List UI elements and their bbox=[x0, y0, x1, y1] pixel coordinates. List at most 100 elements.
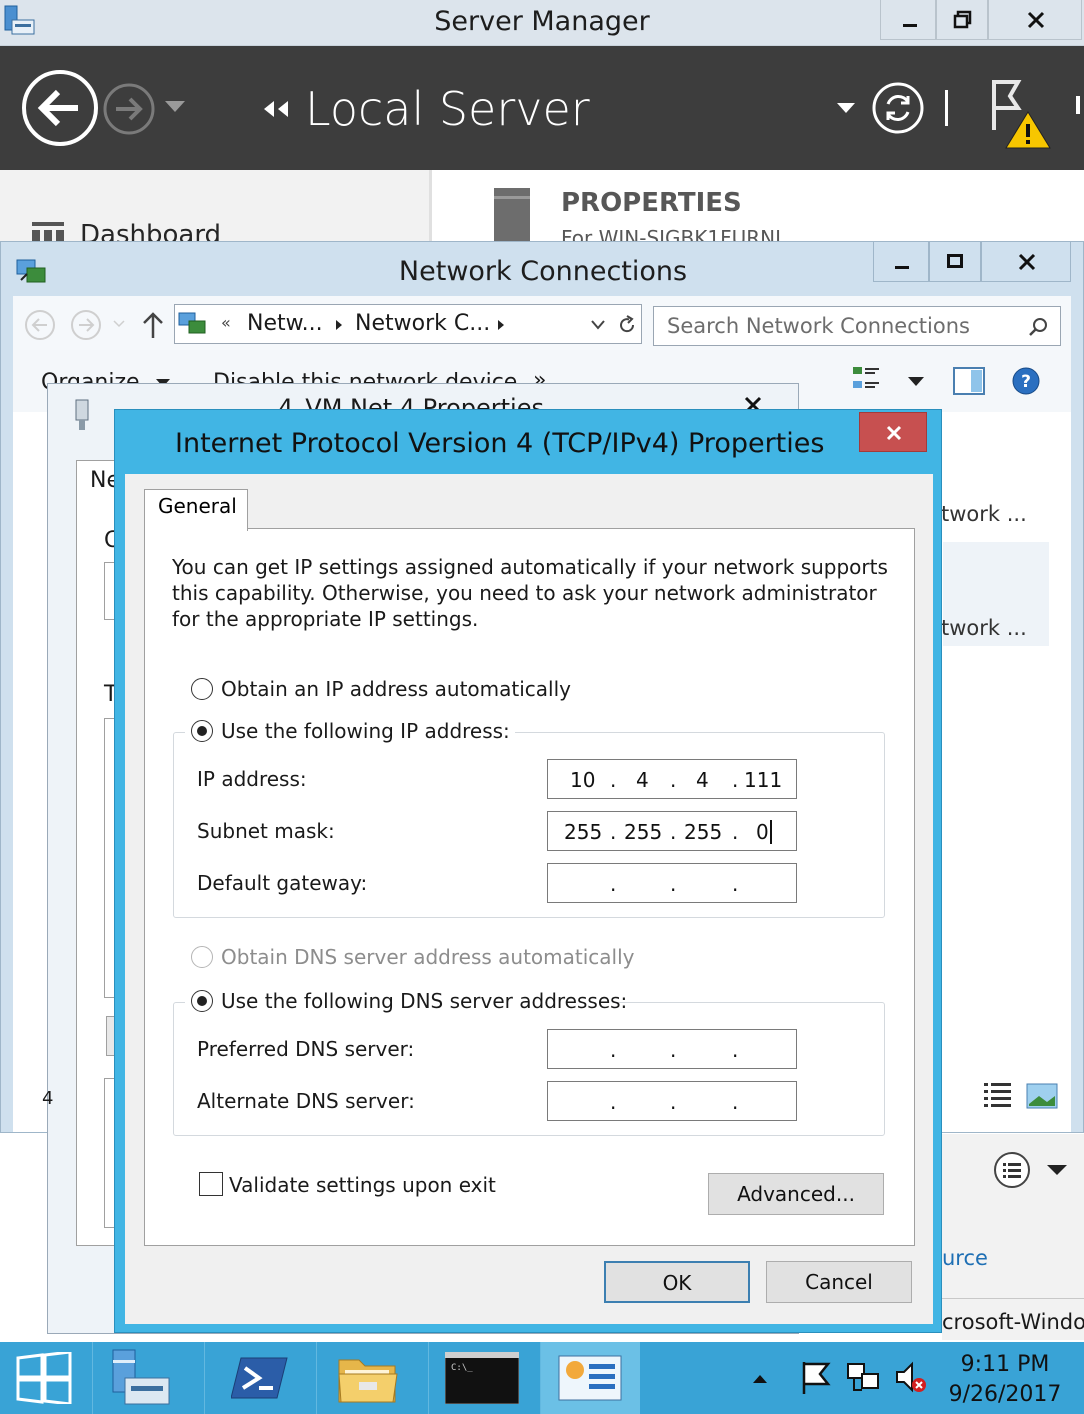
taskbar-powershell[interactable] bbox=[204, 1342, 312, 1414]
history-dropdown-icon[interactable] bbox=[164, 100, 186, 114]
use-following-dns-radio[interactable] bbox=[191, 990, 213, 1012]
address-part-1[interactable]: Netw... bbox=[247, 311, 323, 336]
octet-dot: . bbox=[670, 768, 677, 792]
cancel-button[interactable]: Cancel bbox=[766, 1261, 912, 1303]
nc-forward-icon[interactable] bbox=[69, 308, 103, 342]
description-line-2: this capability. Otherwise, you need to … bbox=[172, 581, 877, 605]
minimize-icon bbox=[895, 266, 909, 269]
octet-dot: . bbox=[732, 820, 739, 844]
address-refresh-icon[interactable] bbox=[617, 315, 637, 335]
obtain-dns-auto-label[interactable]: Obtain DNS server address automatically bbox=[221, 945, 635, 969]
show-hidden-icons-icon[interactable] bbox=[752, 1374, 768, 1384]
nc-address-bar[interactable]: « Netw... Network C... bbox=[174, 304, 642, 344]
clock-date[interactable]: 9/26/2017 bbox=[930, 1382, 1080, 1407]
ipv4-dialog-title: Internet Protocol Version 4 (TCP/IPv4) P… bbox=[175, 428, 825, 459]
start-button[interactable] bbox=[0, 1342, 90, 1414]
server-tower-icon bbox=[494, 188, 530, 244]
change-view-icon[interactable] bbox=[851, 364, 881, 394]
server-manager-header: Local Server bbox=[0, 46, 1084, 170]
ip-address-field[interactable]: 10 . 4 . 4 . 111 bbox=[547, 759, 797, 799]
use-following-ip-label[interactable]: Use the following IP address: bbox=[221, 719, 510, 743]
obtain-dns-auto-radio[interactable] bbox=[191, 946, 213, 968]
nc-search-box[interactable]: Search Network Connections bbox=[653, 306, 1061, 346]
taskbar-file-explorer[interactable] bbox=[316, 1342, 424, 1414]
action-center-flag-icon[interactable] bbox=[798, 1360, 834, 1396]
powershell-icon bbox=[231, 1357, 288, 1399]
left-edge-number: 4 bbox=[42, 1088, 54, 1109]
task-link-partial[interactable]: urce bbox=[942, 1246, 988, 1270]
default-gateway-field[interactable]: . . . bbox=[547, 863, 797, 903]
ipv4-close-button[interactable] bbox=[859, 412, 927, 452]
nc-recent-dropdown-icon[interactable] bbox=[113, 320, 125, 328]
close-button[interactable] bbox=[988, 0, 1082, 40]
crumb-dropdown-icon[interactable] bbox=[836, 102, 856, 114]
refresh-icon[interactable] bbox=[870, 80, 926, 136]
connection-item-1-label[interactable]: twork ... bbox=[941, 502, 1027, 526]
close-icon bbox=[886, 425, 902, 441]
octet-dot: . bbox=[670, 1090, 677, 1114]
view-dropdown-icon[interactable] bbox=[1046, 1164, 1068, 1176]
details-view-icon[interactable] bbox=[981, 1080, 1015, 1112]
server-manager-taskbar-icon bbox=[112, 1349, 170, 1405]
taskbar-server-manager[interactable] bbox=[92, 1342, 200, 1414]
close-icon bbox=[1018, 253, 1036, 271]
back-arrow-icon[interactable] bbox=[20, 68, 100, 148]
nc-up-icon[interactable] bbox=[141, 310, 165, 340]
adapter-icon bbox=[75, 399, 89, 430]
large-icons-view-icon[interactable] bbox=[1025, 1082, 1059, 1110]
notifications-flag-icon[interactable] bbox=[988, 78, 1054, 150]
minimize-button[interactable] bbox=[880, 0, 936, 40]
address-sep-icon[interactable] bbox=[335, 319, 343, 331]
mask-octet-2: 255 bbox=[624, 820, 663, 844]
connection-item-2-label[interactable]: twork ... bbox=[941, 616, 1027, 640]
alternate-dns-label: Alternate DNS server: bbox=[197, 1089, 415, 1113]
nc-minimize-button[interactable] bbox=[873, 242, 929, 282]
view-options-dropdown-icon[interactable] bbox=[907, 376, 925, 388]
taskbar-command-prompt[interactable]: C:\_ bbox=[428, 1342, 536, 1414]
breadcrumb-local-server: Local Server bbox=[305, 82, 590, 136]
obtain-ip-auto-radio[interactable] bbox=[191, 678, 213, 700]
validate-settings-checkbox[interactable] bbox=[199, 1172, 223, 1196]
properties-heading: PROPERTIES bbox=[561, 188, 742, 218]
help-icon[interactable]: ? bbox=[1011, 366, 1041, 396]
maximize-icon bbox=[947, 254, 963, 268]
address-part-2[interactable]: Network C... bbox=[355, 311, 490, 336]
svg-text:?: ? bbox=[1021, 372, 1031, 392]
address-overflow-chevron[interactable]: « bbox=[221, 313, 231, 332]
mask-octet-1: 255 bbox=[564, 820, 603, 844]
forward-arrow-icon[interactable] bbox=[102, 82, 156, 136]
folder-icon bbox=[338, 1359, 398, 1403]
event-source-partial: crosoft-Windo bbox=[942, 1310, 1084, 1334]
nc-maximize-button[interactable] bbox=[929, 242, 981, 282]
search-icon[interactable] bbox=[1028, 317, 1048, 337]
preferred-dns-label: Preferred DNS server: bbox=[197, 1037, 415, 1061]
description-line-1: You can get IP settings assigned automat… bbox=[172, 555, 888, 579]
ip-octet-2: 4 bbox=[636, 768, 649, 792]
use-following-dns-label[interactable]: Use the following DNS server addresses: bbox=[221, 989, 627, 1013]
obtain-ip-auto-label[interactable]: Obtain an IP address automatically bbox=[221, 677, 571, 701]
tab-general[interactable]: General bbox=[144, 489, 248, 531]
volume-muted-icon[interactable] bbox=[894, 1360, 930, 1396]
taskbar-control-panel[interactable] bbox=[540, 1342, 640, 1414]
preferred-dns-field[interactable]: . . . bbox=[547, 1029, 797, 1069]
ok-button[interactable]: OK bbox=[604, 1261, 750, 1303]
preview-pane-icon[interactable] bbox=[953, 366, 985, 396]
ipv4-properties-dialog: Internet Protocol Version 4 (TCP/IPv4) P… bbox=[114, 409, 942, 1333]
clock-time[interactable]: 9:11 PM bbox=[930, 1352, 1080, 1377]
advanced-button[interactable]: Advanced... bbox=[708, 1173, 884, 1215]
maximize-button[interactable] bbox=[936, 0, 988, 40]
use-following-ip-radio[interactable] bbox=[191, 720, 213, 742]
validate-settings-label[interactable]: Validate settings upon exit bbox=[229, 1173, 496, 1197]
octet-dot: . bbox=[732, 1038, 739, 1062]
nc-back-icon[interactable] bbox=[23, 308, 57, 342]
restore-icon bbox=[953, 10, 972, 29]
subnet-mask-field[interactable]: 255 . 255 . 255 . 0 bbox=[547, 811, 797, 851]
address-dropdown-icon[interactable] bbox=[591, 320, 605, 330]
address-sep-icon[interactable] bbox=[497, 319, 505, 331]
network-tray-icon[interactable] bbox=[846, 1360, 882, 1396]
close-icon bbox=[1027, 11, 1045, 29]
alternate-dns-field[interactable]: . . . bbox=[547, 1081, 797, 1121]
octet-dot: . bbox=[732, 768, 739, 792]
view-list-icon[interactable] bbox=[992, 1150, 1032, 1190]
nc-close-button[interactable] bbox=[981, 242, 1071, 282]
